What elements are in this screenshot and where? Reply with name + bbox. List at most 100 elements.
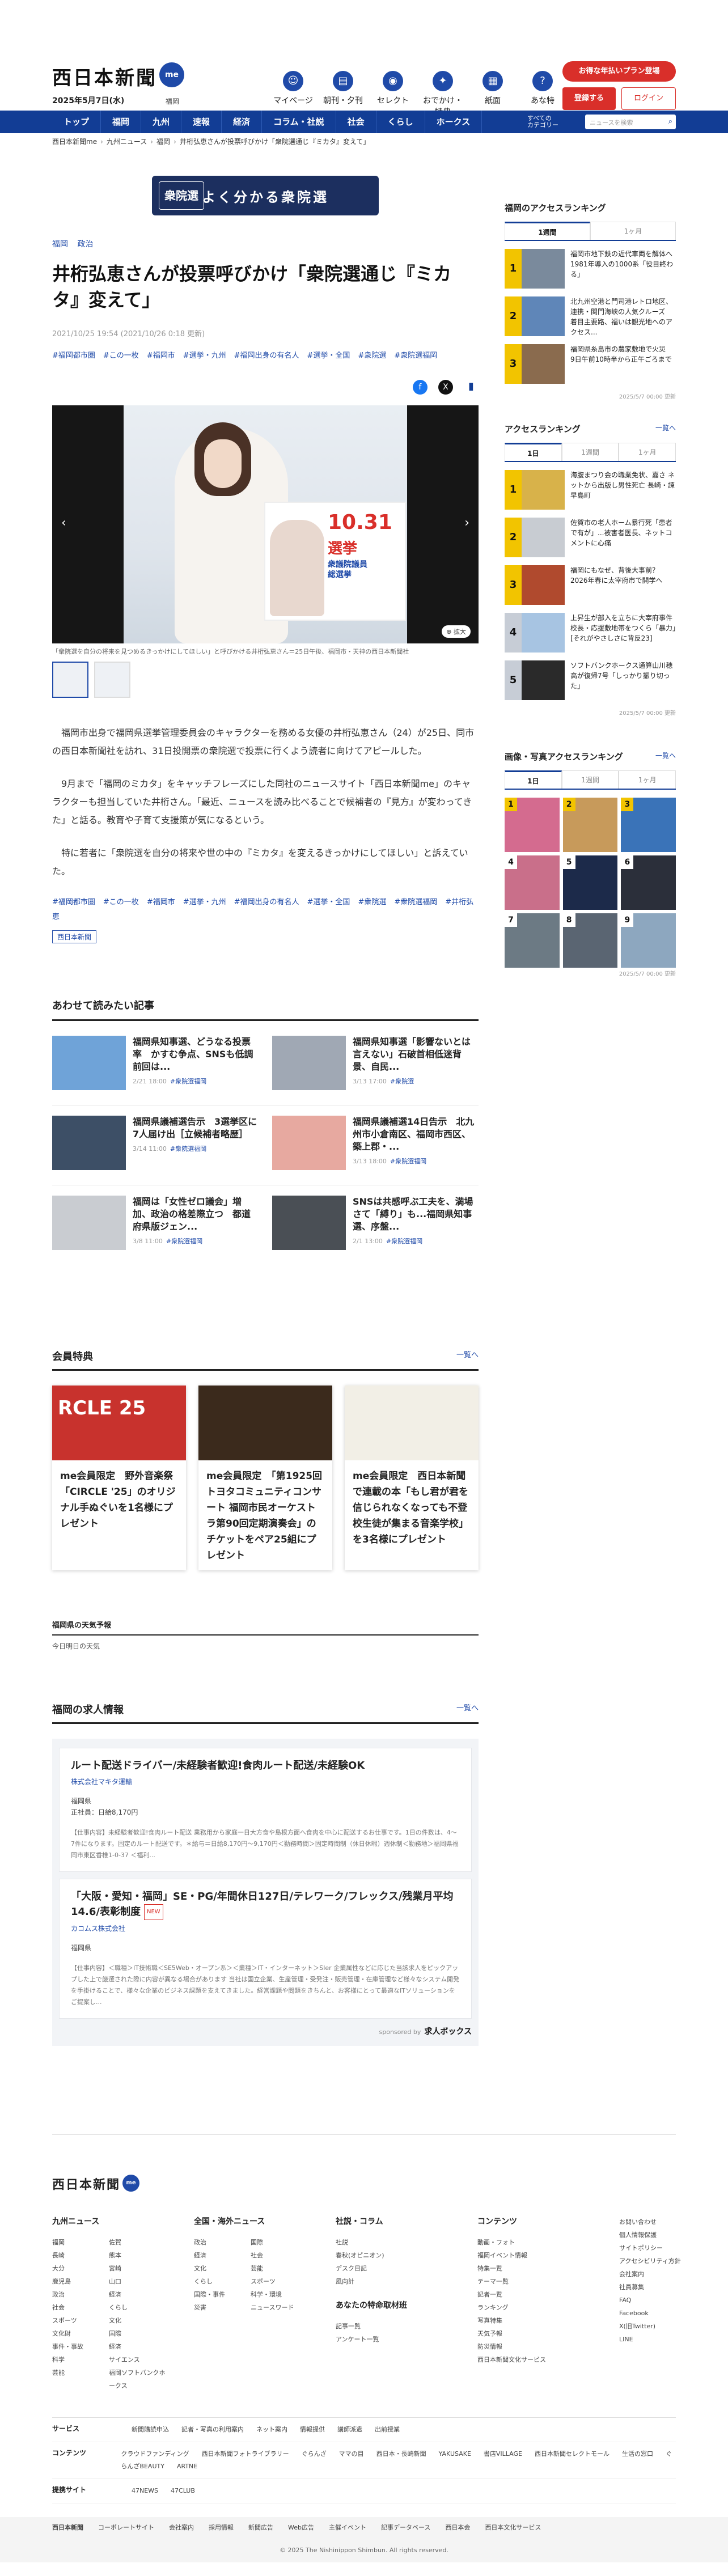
related-title[interactable]: SNSは共感呼ぶ工夫を、満場さて「縛り」も...福岡県知事選、序盤... (353, 1196, 479, 1233)
related-title[interactable]: 福岡県議補選告示 3選挙区に7人届け出［立候補者略歴］ (133, 1116, 259, 1141)
photo-ranking-cell[interactable]: 1 (505, 798, 560, 852)
footer-link[interactable]: 長崎 (52, 2249, 109, 2262)
footer-link[interactable]: 文化財 (52, 2327, 109, 2340)
tag-link[interactable]: #この一枚 (103, 351, 139, 360)
related-title[interactable]: 福岡県知事選「影響ないとは言えない」石破首相低迷背景、自民... (353, 1036, 479, 1073)
footer-bottom-link[interactable]: 会社案内 (169, 2523, 194, 2532)
footer-link[interactable]: 経済 (194, 2249, 251, 2262)
photo-ranking-cell[interactable]: 5 (562, 855, 618, 910)
footer-link[interactable]: 春秋(オピニオン) (336, 2249, 449, 2262)
footer-link[interactable]: 国際 (251, 2236, 307, 2249)
footer-link[interactable]: 社員募集 (619, 2281, 728, 2294)
breadcrumb-item[interactable]: 福岡 (156, 138, 170, 146)
tab-month[interactable]: 1ヶ月 (619, 770, 676, 789)
ranking-item[interactable]: 1 福岡市地下鉄の近代車両を解体へ 1981年導入の1000系「役目終わる」 (505, 249, 679, 294)
footer-link[interactable]: 経済 (109, 2340, 166, 2353)
jobs-more-link[interactable]: 一覧へ (456, 1702, 479, 1717)
photo-ranking-cell[interactable]: 7 (505, 913, 560, 968)
member-benefit-card[interactable]: RCLE 25 me会員限定 野外音楽祭「CIRCLE '25」のオリジナル手ぬぐ… (52, 1386, 186, 1570)
nav-item[interactable]: 九州 (141, 111, 182, 133)
ranking-item[interactable]: 3 福岡にもなぜ、背後大事前？2026年春に太宰府市で開学へ (505, 565, 676, 611)
footer-bottom-link[interactable]: 採用情報 (209, 2523, 234, 2532)
related-article[interactable]: 福岡県議補選告示 3選挙区に7人届け出［立候補者略歴］ 3/14 11:00 #衆院… (52, 1116, 259, 1175)
related-article[interactable]: 福岡県知事選「影響ないとは言えない」石破首相低迷背景、自民... 3/13 17:… (272, 1036, 479, 1095)
footer-link[interactable]: サイトポリシー (619, 2242, 728, 2255)
weather-sub-link[interactable]: 今日明日の天気 (52, 1641, 479, 1651)
nav-item[interactable]: トップ (52, 111, 101, 133)
job-card[interactable]: 「大阪・愛知・福岡」SE・PG/年間休日127日/テレワーク/フレックス/残業月… (59, 1879, 472, 2019)
footer-link[interactable]: 福岡 (52, 2236, 109, 2249)
tag-link[interactable]: #衆院選福岡 (394, 898, 437, 906)
photo-ranking-cell[interactable]: 9 (621, 913, 676, 968)
footer-link[interactable]: ランキング (477, 2301, 591, 2314)
footer-bottom-link[interactable]: コーポレートサイト (98, 2523, 154, 2532)
footer-link[interactable]: 山口 (109, 2275, 166, 2288)
footer-link[interactable]: 記事一覧 (336, 2320, 449, 2333)
x-icon[interactable]: X (438, 380, 453, 395)
footer-link[interactable]: 47CLUB (171, 2487, 195, 2494)
footer-link[interactable]: 西日本新聞文化サービス (477, 2353, 591, 2366)
logo-badge[interactable]: me (159, 62, 184, 87)
footer-link[interactable]: 国際 (109, 2327, 166, 2340)
footer-link[interactable]: 出前授業 (375, 2426, 400, 2433)
nav-item[interactable]: コラム・社説 (262, 111, 336, 133)
footer-link[interactable]: 特集一覧 (477, 2262, 591, 2275)
article-photo-viewer[interactable]: 10.31 選挙 衆議院議員 総選挙 ‹ › ⊕ 拡大 (52, 405, 479, 643)
ranking-item[interactable]: 3 福岡県糸島市の農家敷地で火災 9日午前10時半から正午ごろまで (505, 344, 676, 389)
related-article[interactable]: SNSは共感呼ぶ工夫を、満場さて「縛り」も...福岡県知事選、序盤... 2/1 … (272, 1196, 479, 1255)
footer-link[interactable]: スポーツ (251, 2275, 307, 2288)
annual-plan-button[interactable]: お得な年払いプラン登場 (562, 61, 676, 82)
related-title[interactable]: 福岡県議補選14日告示 北九州市小倉南区、福岡市西区、築上郡・... (353, 1116, 479, 1153)
photo-ranking-cell[interactable]: 6 (621, 855, 676, 910)
related-article[interactable]: 福岡県知事選、どうなる投票率 かすむ争点、SNSも低調 前回は... 2/21 1… (52, 1036, 262, 1095)
footer-link[interactable]: クラウドファンディング (121, 2450, 189, 2458)
related-tag[interactable]: #衆院選福岡 (170, 1145, 206, 1153)
related-tag[interactable]: #衆院選福岡 (166, 1238, 202, 1245)
footer-link[interactable]: 会社案内 (619, 2268, 728, 2281)
footer-bottom-link[interactable]: Web広告 (288, 2523, 314, 2532)
footer-bottom-link[interactable]: 新聞広告 (248, 2523, 273, 2532)
footer-link[interactable]: X(旧Twitter) (619, 2320, 728, 2333)
footer-link[interactable]: 災害 (194, 2301, 251, 2314)
job-sponsor[interactable]: sponsored by 求人ボックス (59, 2026, 472, 2037)
footer-link[interactable]: 文化 (109, 2314, 166, 2327)
footer-link[interactable]: 熊本 (109, 2249, 166, 2262)
tag-link[interactable]: #衆院選 (358, 351, 386, 360)
footer-bottom-logo[interactable]: 西日本新聞 (52, 2523, 83, 2532)
footer-link[interactable]: 講師派遣 (337, 2426, 362, 2433)
footer-link[interactable]: 動画・フォト (477, 2236, 591, 2249)
nav-item[interactable]: ホークス (425, 111, 482, 133)
footer-bottom-link[interactable]: 記事データベース (381, 2523, 430, 2532)
footer-link[interactable]: 大分 (52, 2262, 109, 2275)
footer-link[interactable]: テーマ一覧 (477, 2275, 591, 2288)
ranking-more-link[interactable]: 一覧へ (655, 423, 676, 435)
footer-link[interactable]: アクセシビリティ方針 (619, 2255, 728, 2268)
footer-link[interactable]: 科学・環境 (251, 2288, 307, 2301)
job-card[interactable]: ルート配送ドライバー/未経験者歓迎!食肉ルート配送/未経験OK 株式会社マキタ運輸… (59, 1748, 472, 1872)
footer-link[interactable]: 新聞購読申込 (132, 2426, 169, 2433)
all-categories-link[interactable]: すべての カテゴリー (527, 115, 558, 129)
photo-ranking-cell[interactable]: 2 (562, 798, 618, 852)
facebook-icon[interactable]: f (412, 380, 428, 395)
register-button[interactable]: 登録する (562, 87, 616, 110)
tab-month[interactable]: 1ヶ月 (590, 222, 676, 240)
footer-link[interactable]: 福岡ソフトバンクホークス (109, 2366, 166, 2392)
job-title[interactable]: 「大阪・愛知・福岡」SE・PG/年間休日127日/テレワーク/フレックス/残業月… (71, 1889, 460, 1920)
nav-item[interactable]: 速報 (181, 111, 222, 133)
member-benefit-card[interactable]: me会員限定 「第1925回トヨタコミュニティコンサート 福岡市民オーケストラ第… (198, 1386, 332, 1570)
footer-link[interactable]: 記者一覧 (477, 2288, 591, 2301)
footer-bottom-link[interactable]: 西日本文化サービス (485, 2523, 541, 2532)
ranking-item[interactable]: 4 上昇生が部入を立ちに大宰府事件 校長・応援敷地帯をつくら「暴力」[それがやさし… (505, 613, 679, 658)
footer-link[interactable]: 国際・事件 (194, 2288, 251, 2301)
footer-link[interactable]: YAKUSAKE (439, 2450, 471, 2458)
publisher-badge[interactable]: 西日本新聞 (52, 930, 97, 943)
related-article[interactable]: 福岡県議補選14日告示 北九州市小倉南区、福岡市西区、築上郡・... 3/13 1… (272, 1116, 479, 1175)
footer-link[interactable]: 写真特集 (477, 2314, 591, 2327)
tab-day[interactable]: 1日 (505, 443, 562, 461)
tab-month[interactable]: 1ヶ月 (619, 443, 676, 461)
footer-link[interactable]: LINE (619, 2333, 728, 2346)
footer-link[interactable]: 芸能 (52, 2366, 109, 2392)
region-label[interactable]: 福岡 (166, 96, 179, 106)
logo-text[interactable]: 西日本新聞 (52, 67, 157, 90)
footer-link[interactable]: 芸能 (251, 2262, 307, 2275)
